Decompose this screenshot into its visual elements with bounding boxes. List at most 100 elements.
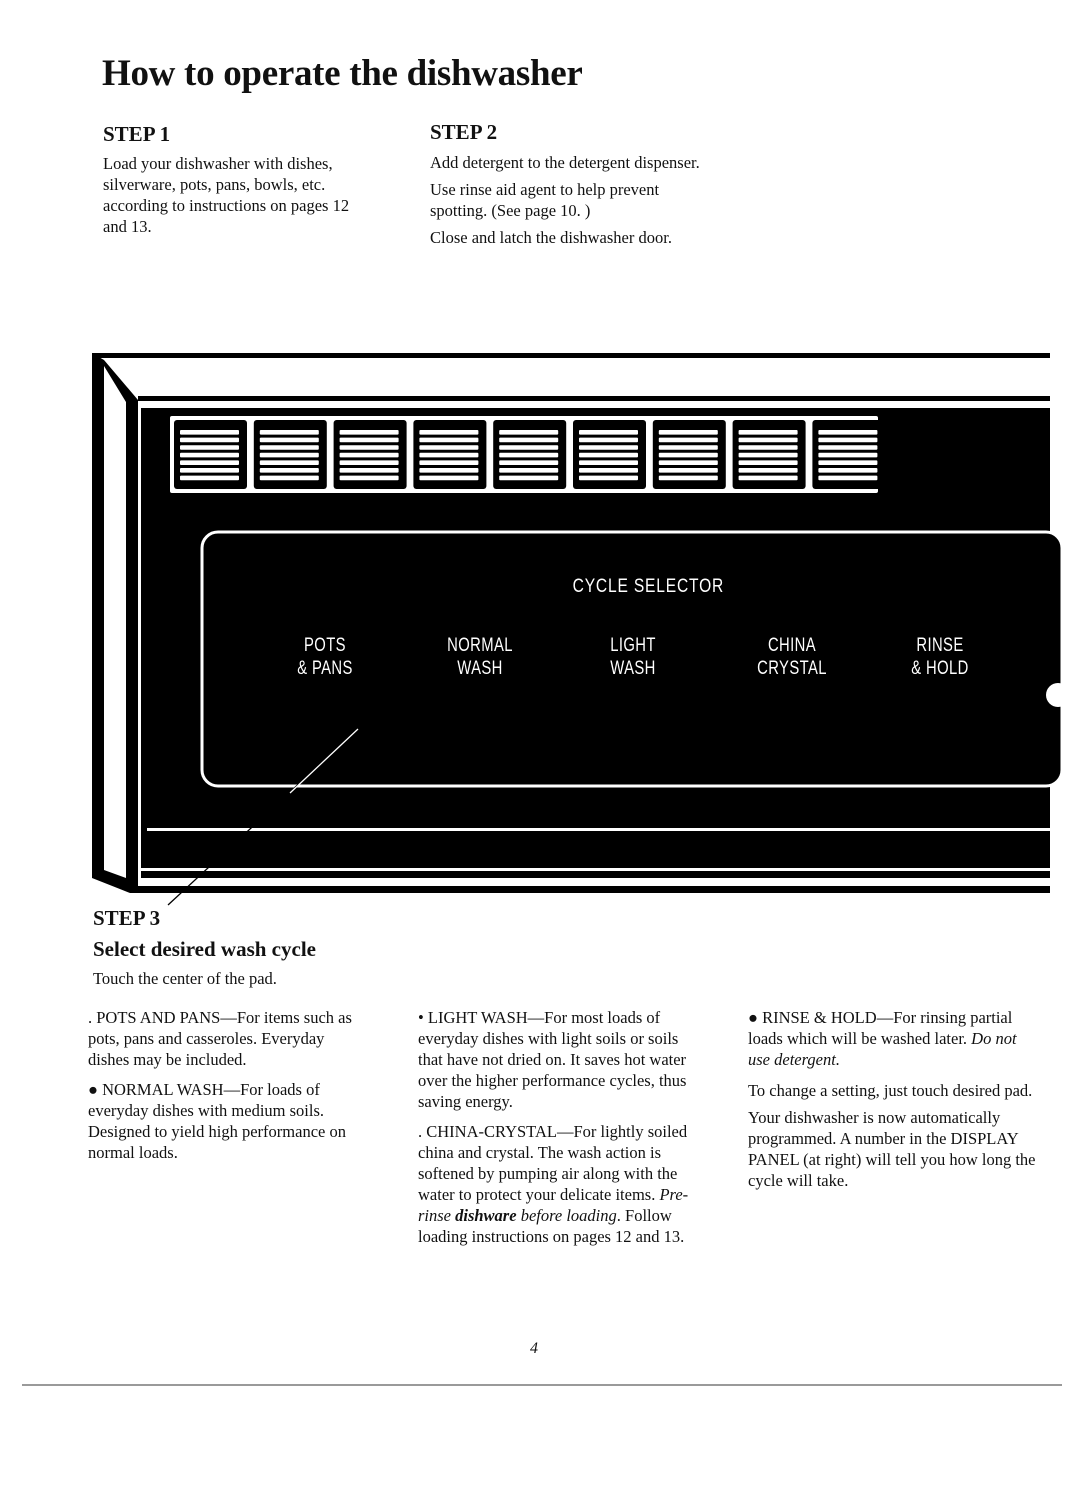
indicator-light-bar [818, 452, 878, 458]
pad-label-line: WASH [457, 658, 503, 679]
step-2-heading: STEP 2 [430, 120, 498, 144]
indicator-light-bar [180, 430, 239, 435]
display-knob [1046, 683, 1070, 707]
indicator-light-bar [419, 468, 479, 473]
indicator-light-bar [259, 475, 319, 481]
cycle-name: LIGHT WASH [427, 1008, 528, 1027]
indicator-light-bar [658, 475, 718, 481]
indicator-light-bar [180, 475, 239, 481]
indicator-light-bar [579, 460, 638, 465]
pad-china-crystal[interactable]: CHINA CRYSTAL [732, 634, 852, 680]
indicator-light-bar [818, 437, 878, 443]
cycle-name: NORMAL WASH [102, 1080, 224, 1099]
indicator-light-bar [339, 445, 399, 450]
indicator-light [413, 420, 487, 489]
panel-right-clip [1062, 600, 1080, 840]
bullet: ● [748, 1008, 763, 1027]
pad-rinse-hold[interactable]: RINSE & HOLD [885, 634, 995, 680]
indicator-light-bar [499, 460, 559, 465]
pad-label-line: CHINA [767, 635, 817, 656]
pad-normal-wash-label: NORMAL WASH [433, 634, 527, 680]
indicator-light-bar [419, 445, 479, 450]
step-3-header: STEP 3 Select desired wash cycle Touch t… [93, 906, 393, 989]
step-3-leader-line [167, 728, 359, 906]
indicator-light-bar [259, 430, 319, 435]
bullet: . [418, 1122, 427, 1141]
indicator-light-bar [180, 437, 239, 443]
indicator-light-bar [499, 452, 559, 458]
panel-lip [138, 396, 1050, 401]
indicator-light-bar [738, 475, 798, 481]
cycle-note-bold-italic: dishware [455, 1206, 517, 1225]
indicator-light-bar [419, 452, 479, 458]
panel-end-cap-face [104, 366, 126, 878]
indicator-light-bar [818, 468, 878, 473]
indicator-light-bar [818, 445, 878, 450]
auto-programmed-note: Your dishwasher is now automatically pro… [748, 1108, 1036, 1190]
indicator-light [652, 420, 726, 489]
indicator-light-bar [259, 468, 319, 473]
step-2-section: STEP 2 Add detergent to the detergent di… [430, 120, 705, 254]
bullet: . [88, 1008, 97, 1027]
panel-bottom-trim [147, 828, 1050, 831]
indicator-light-bar [818, 430, 878, 435]
indicator-light-bar [658, 445, 718, 450]
step-3-column-3: ● RINSE & HOLD—For rinsing partial loads… [748, 1007, 1038, 1197]
indicator-light-bar [180, 460, 239, 465]
indicator-light [174, 420, 247, 489]
indicator-light-bar [738, 452, 798, 458]
step-2-body: Add detergent to the detergent dispenser… [430, 152, 702, 248]
step-1-body: Load your dishwasher with dishes, silver… [103, 153, 371, 237]
indicator-light-bar [738, 437, 798, 443]
indicator-light-bar [259, 452, 319, 458]
step-1-heading: STEP 1 [103, 122, 171, 146]
indicator-light-bar [738, 460, 798, 465]
indicator-light-bar [499, 445, 559, 450]
indicator-light [333, 420, 407, 489]
cycle-name: RINSE & HOLD [762, 1008, 877, 1027]
pad-label-line: NORMAL [447, 635, 513, 656]
cycle-description-normal-wash: ● NORMAL WASH—For loads of everyday dish… [88, 1079, 368, 1163]
pad-light-wash-label: LIGHT WASH [590, 634, 676, 680]
pad-pots-pans[interactable]: POTS & PANS [270, 634, 380, 680]
indicator-light-bar [499, 437, 559, 443]
indicator-light [493, 420, 567, 489]
indicator-light-bar [419, 460, 479, 465]
page-title: How to operate the dishwasher [102, 53, 583, 94]
indicator-light-bar [818, 460, 878, 465]
step-2-paragraph: Close and latch the dishwasher door. [430, 228, 672, 247]
indicator-light-bar [579, 468, 638, 473]
indicator-light-bar [658, 460, 718, 465]
pad-label-line: POTS [304, 635, 346, 656]
cycle-description-pots-pans: . POTS AND PANS—For items such as pots, … [88, 1007, 368, 1070]
indicator-light-bar [419, 430, 479, 435]
indicator-light-bar [419, 475, 479, 481]
indicator-light-bar [259, 437, 319, 443]
indicator-light-bar [658, 452, 718, 458]
step-2-paragraph: Add detergent to the detergent dispenser… [430, 153, 700, 172]
indicator-light-bar [738, 468, 798, 473]
step-3-heading: STEP 3 [93, 906, 161, 930]
cycle-selector-label: CYCLE SELECTOR [572, 576, 725, 597]
step-1-section: STEP 1 Load your dishwasher with dishes,… [103, 122, 373, 243]
step-1-paragraph: Load your dishwasher with dishes, silver… [103, 154, 350, 236]
step-3-subheading: Select desired wash cycle [93, 937, 316, 961]
change-setting-note: To change a setting, just touch desired … [748, 1081, 1033, 1100]
indicator-light-bar [658, 437, 718, 443]
pad-normal-wash[interactable]: NORMAL WASH [420, 634, 540, 680]
indicator-light-bar [579, 445, 638, 450]
cycle-description-light-wash: • LIGHT WASH—For most loads of everyday … [418, 1007, 703, 1112]
pad-light-wash[interactable]: LIGHT WASH [578, 634, 688, 680]
indicator-light-bar [579, 430, 638, 435]
indicator-light-bar [339, 430, 399, 435]
page-number: 4 [530, 1340, 538, 1357]
indicator-light-bar [658, 430, 718, 435]
panel-end-cap-outline [92, 353, 1050, 893]
panel-top-edge [92, 353, 1050, 358]
pad-label-line: & PANS [297, 658, 353, 679]
step-3-column-1: . POTS AND PANS—For items such as pots, … [88, 1007, 368, 1169]
step-2-paragraph: Use rinse aid agent to help prevent spot… [430, 180, 660, 220]
indicator-light-bar [180, 468, 239, 473]
indicator-light [253, 420, 327, 489]
indicator-light-bar [259, 460, 319, 465]
